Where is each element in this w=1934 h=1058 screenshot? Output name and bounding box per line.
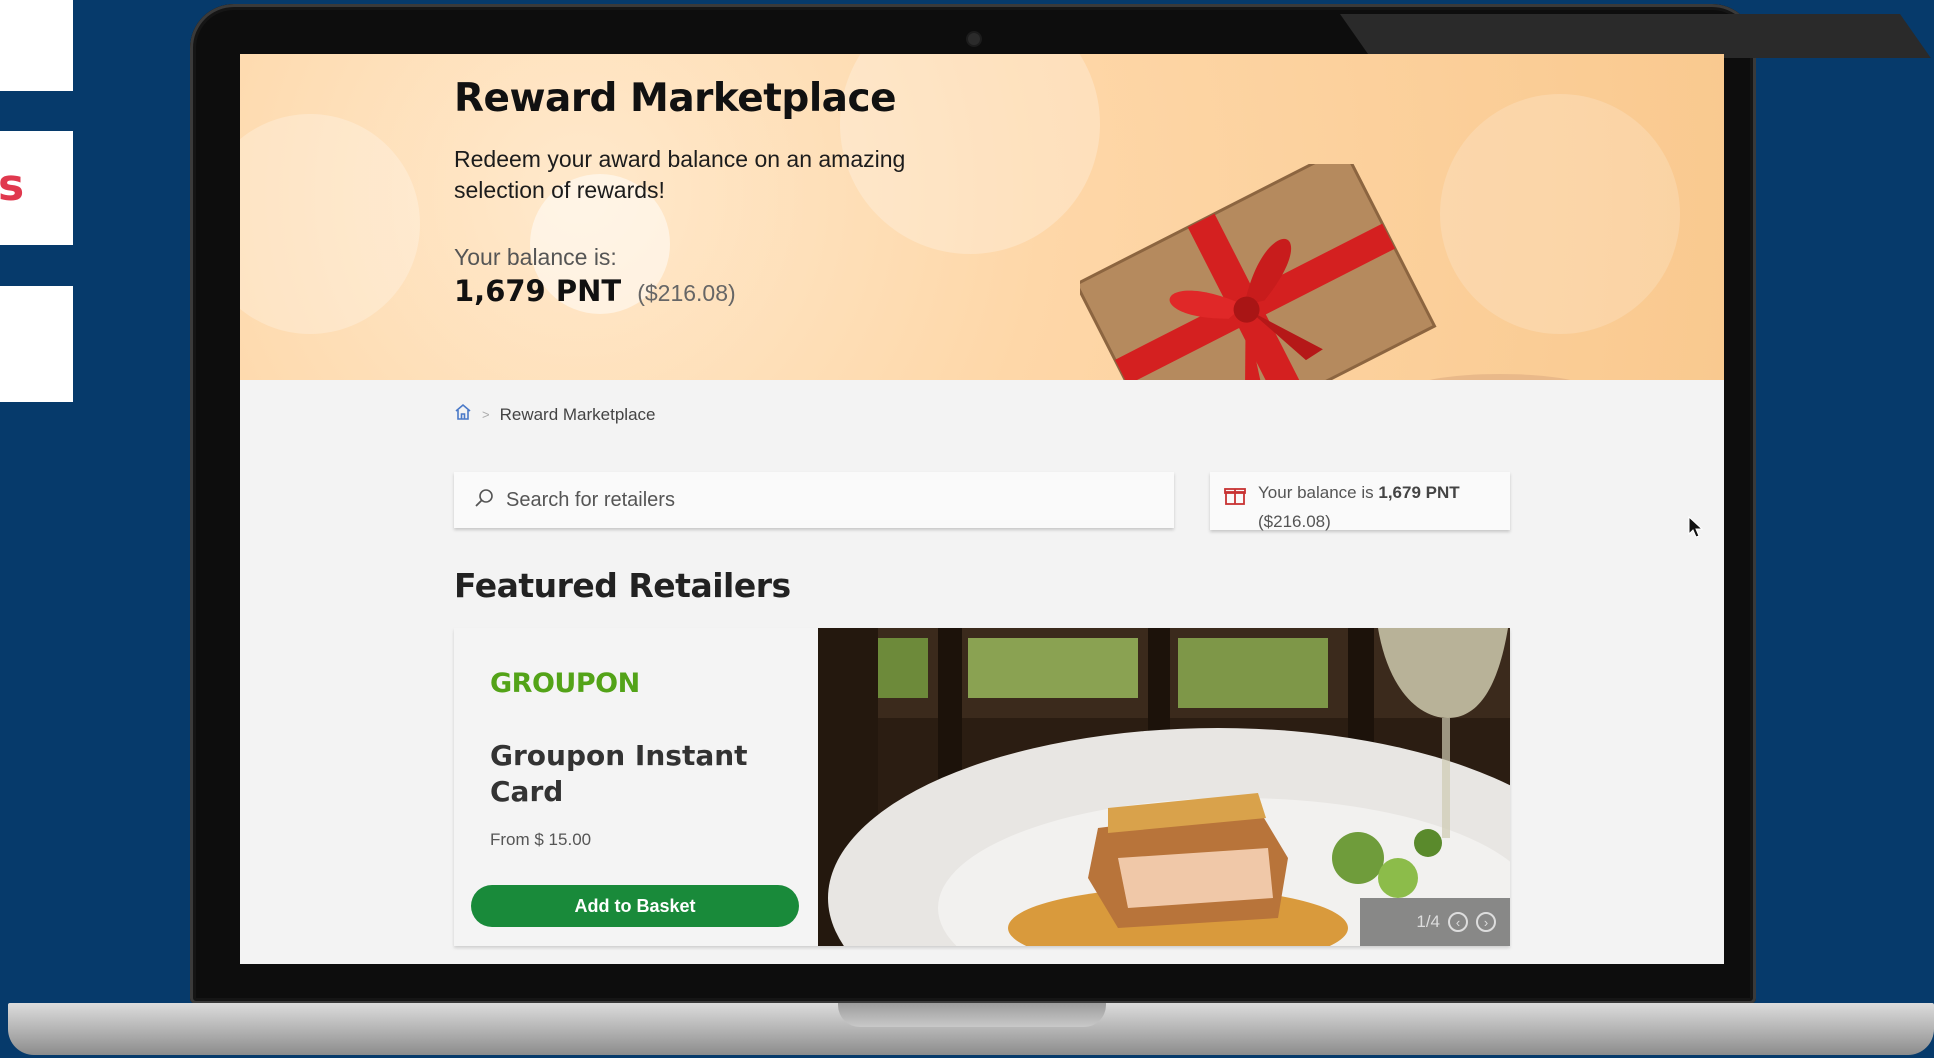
bokeh-decor [240, 114, 420, 334]
add-to-basket-button[interactable]: Add to Basket [471, 885, 799, 927]
hero-banner: Reward Marketplace Redeem your award bal… [240, 54, 1724, 380]
browser-screen: Reward Marketplace Redeem your award bal… [240, 54, 1724, 964]
side-panel-letter: s [0, 160, 25, 211]
balance-points: 1,679 PNT [454, 274, 622, 308]
retailer-logo: GROUPON [490, 668, 640, 699]
camera-icon [968, 33, 980, 45]
chevron-left-icon[interactable]: ‹ [1448, 912, 1468, 932]
balance-card-prefix: Your balance is [1258, 483, 1374, 502]
chevron-right-icon[interactable]: › [1476, 912, 1496, 932]
breadcrumb-current[interactable]: Reward Marketplace [500, 405, 656, 425]
side-panel-box-active[interactable]: s [0, 131, 73, 245]
search-bar[interactable] [454, 472, 1174, 528]
search-icon [474, 488, 494, 513]
hero-subtitle: Redeem your award balance on an amazing … [454, 146, 906, 203]
featured-retailers-heading: Featured Retailers [454, 566, 791, 605]
gift-box-illustration [1080, 164, 1571, 380]
featured-image-carousel[interactable]: 1/4 ‹ › [818, 628, 1510, 946]
featured-retailer-card: GROUPON Groupon Instant Card From $ 15.0… [454, 628, 1510, 946]
balance-label: Your balance is: [454, 244, 617, 270]
balance-card-points: 1,679 PNT [1378, 483, 1460, 502]
carousel-pager: 1/4 ‹ › [1360, 898, 1510, 946]
side-panel-box-top [0, 0, 73, 91]
product-price: From $ 15.00 [490, 830, 592, 849]
carousel-counter: 1/4 [1416, 912, 1440, 931]
side-panel-box-bottom [0, 286, 73, 402]
home-icon[interactable] [454, 403, 472, 426]
balance-card: Your balance is 1,679 PNT ($216.08) [1210, 472, 1510, 531]
gift-icon [1224, 484, 1246, 511]
breadcrumb-separator: > [482, 407, 490, 422]
laptop-notch [838, 1003, 1106, 1027]
breadcrumb: > Reward Marketplace [454, 403, 656, 426]
mouse-cursor-icon [1688, 516, 1704, 538]
product-name: Groupon Instant Card [490, 739, 748, 808]
lid-glare [1340, 14, 1931, 58]
search-input[interactable] [504, 487, 1148, 513]
page-title: Reward Marketplace [454, 76, 897, 121]
hero-balance: 1,679 PNT ($216.08) [454, 274, 736, 309]
balance-usd: ($216.08) [637, 280, 736, 306]
balance-card-usd: ($216.08) [1258, 512, 1331, 531]
